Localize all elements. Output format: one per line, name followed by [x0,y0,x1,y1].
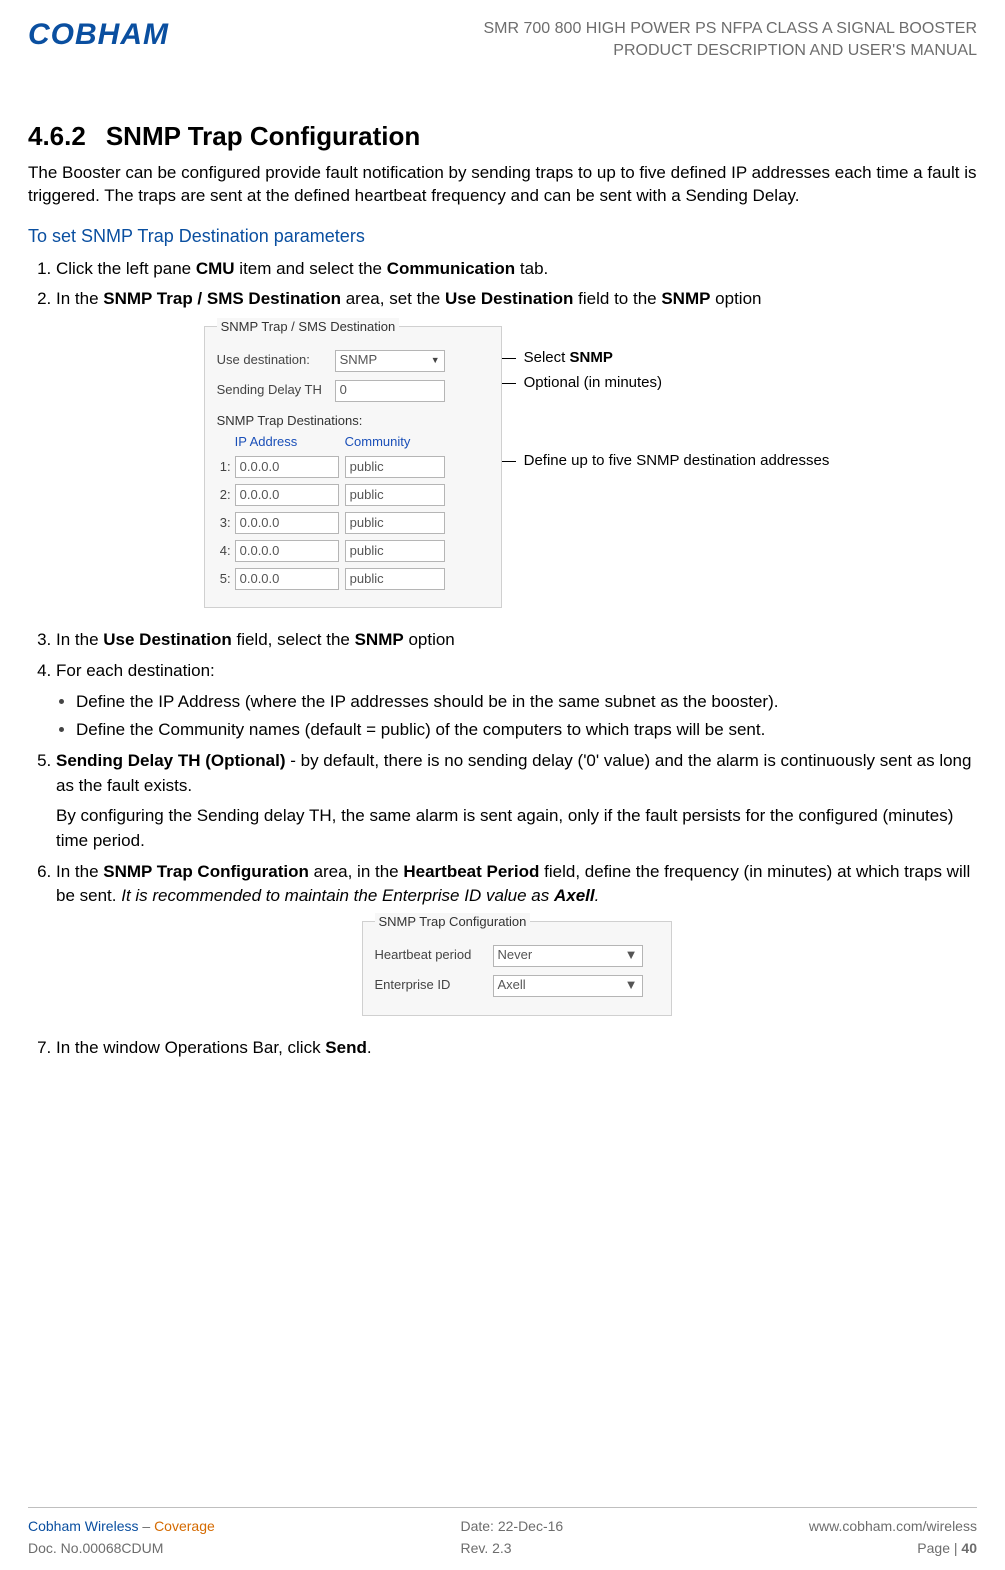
ip-input-4[interactable]: 0.0.0.0 [235,540,339,562]
footer-doc: Doc. No.00068CDUM [28,1540,215,1556]
panel1-title: SNMP Trap / SMS Destination [217,318,400,337]
panel1-subhead: SNMP Trap Destinations: [217,412,489,431]
ip-input-1[interactable]: 0.0.0.0 [235,456,339,478]
step-2: In the SNMP Trap / SMS Destination area,… [56,287,977,608]
chevron-down-icon: ▼ [625,946,638,965]
chevron-down-icon: ▼ [625,976,638,995]
sending-delay-input[interactable]: 0 [335,380,445,402]
section-number: 4.6.2 [28,121,86,152]
community-input-1[interactable]: public [345,456,445,478]
sending-delay-label: Sending Delay TH [217,381,329,400]
table-row: 2: 0.0.0.0 public [217,481,489,509]
intro-paragraph: The Booster can be configured provide fa… [28,162,977,208]
footer-date: Date: 22-Dec-16 [460,1518,563,1534]
step-7: In the window Operations Bar, click Send… [56,1036,977,1061]
community-input-2[interactable]: public [345,484,445,506]
community-input-5[interactable]: public [345,568,445,590]
ip-input-2[interactable]: 0.0.0.0 [235,484,339,506]
step-4-bullet-2: Define the Community names (default = pu… [76,718,977,743]
step-4: For each destination: Define the IP Addr… [56,659,977,743]
annotation-optional: Optional (in minutes) [510,373,830,393]
steps-list: Click the left pane CMU item and select … [28,257,977,1061]
annotation-define-addresses: Define up to five SNMP destination addre… [510,451,830,471]
use-destination-label: Use destination: [217,351,329,370]
header-title: SMR 700 800 HIGH POWER PS NFPA CLASS A S… [484,18,978,63]
figure-2: SNMP Trap Configuration Heartbeat period… [56,921,977,1016]
panel2-title: SNMP Trap Configuration [375,913,531,932]
footer-brand: Cobham Wireless – Coverage [28,1518,215,1534]
subheading: To set SNMP Trap Destination parameters [28,226,977,247]
heartbeat-select[interactable]: Never▼ [493,945,643,967]
dest-table-header: IP Address Community [217,433,489,452]
enterprise-id-label: Enterprise ID [375,976,487,995]
footer-page: Page | 40 [809,1540,977,1556]
section-title-text: SNMP Trap Configuration [106,121,420,152]
table-row: 1: 0.0.0.0 public [217,453,489,481]
snmp-trap-config-panel: SNMP Trap Configuration Heartbeat period… [362,921,672,1016]
community-input-3[interactable]: public [345,512,445,534]
step-5: Sending Delay TH (Optional) - by default… [56,749,977,854]
step-3: In the Use Destination field, select the… [56,628,977,653]
footer-divider [28,1507,977,1508]
footer-url: www.cobham.com/wireless [809,1518,977,1534]
page-footer: Cobham Wireless – Coverage Doc. No.00068… [28,1518,977,1556]
page-header: COBHAM SMR 700 800 HIGH POWER PS NFPA CL… [28,18,977,63]
snmp-destination-panel: SNMP Trap / SMS Destination Use destinat… [204,326,502,609]
heartbeat-label: Heartbeat period [375,946,487,965]
step-6: In the SNMP Trap Configuration area, in … [56,860,977,1016]
annotation-column: Select SNMP Optional (in minutes) Define… [510,326,830,471]
logo: COBHAM [28,18,169,52]
ip-input-5[interactable]: 0.0.0.0 [235,568,339,590]
use-destination-select[interactable]: SNMP▼ [335,350,445,372]
footer-rev: Rev. 2.3 [460,1540,563,1556]
table-row: 5: 0.0.0.0 public [217,565,489,593]
figure-1: SNMP Trap / SMS Destination Use destinat… [56,326,977,609]
chevron-down-icon: ▼ [431,354,440,367]
community-input-4[interactable]: public [345,540,445,562]
step-1: Click the left pane CMU item and select … [56,257,977,282]
annotation-select-snmp: Select SNMP [510,348,830,368]
table-row: 3: 0.0.0.0 public [217,509,489,537]
step-4-bullet-1: Define the IP Address (where the IP addr… [76,690,977,715]
table-row: 4: 0.0.0.0 public [217,537,489,565]
section-heading: 4.6.2 SNMP Trap Configuration [28,121,977,152]
ip-input-3[interactable]: 0.0.0.0 [235,512,339,534]
enterprise-id-select[interactable]: Axell▼ [493,975,643,997]
